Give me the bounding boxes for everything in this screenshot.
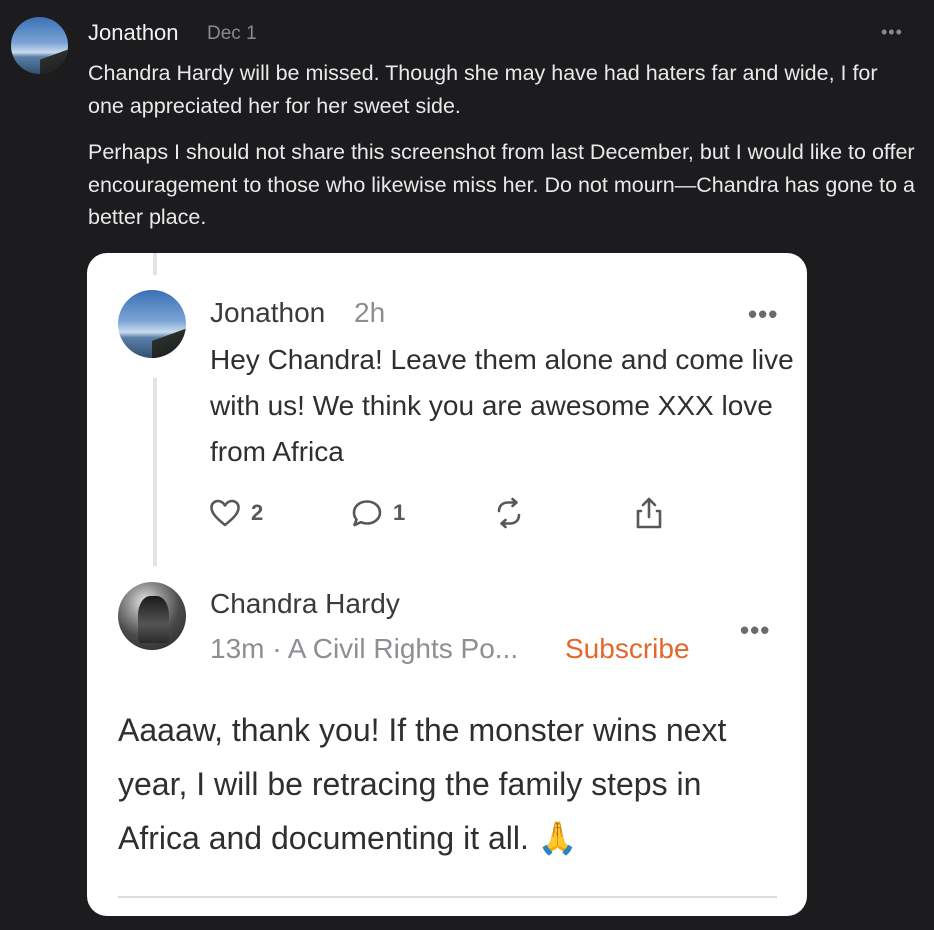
comment-bubble-icon [351, 498, 383, 528]
reply1-author-avatar[interactable] [118, 290, 186, 358]
outer-author-avatar[interactable] [11, 17, 68, 74]
restack-button[interactable] [493, 496, 525, 530]
outer-post-paragraph-1: Chandra Hardy will be missed. Though she… [88, 61, 878, 118]
share-icon [634, 496, 664, 530]
thread-line [153, 378, 157, 566]
embedded-screenshot-card: Jonathon 2h ••• Hey Chandra! Leave them … [87, 253, 807, 916]
outer-post-date: Dec 1 [207, 23, 257, 44]
thread-line [153, 253, 157, 275]
reply1-time: 2h [354, 297, 386, 328]
reply2-meta: 13m · A Civil Rights Po... [210, 633, 519, 664]
reply1-body: Hey Chandra! Leave them alone and come l… [210, 344, 794, 467]
restack-icon [493, 497, 525, 529]
comment-button[interactable]: 1 [351, 496, 405, 530]
like-count: 2 [251, 500, 264, 525]
divider [118, 896, 777, 898]
outer-post-paragraph-2: Perhaps I should not share this screensh… [88, 140, 916, 229]
reply2-more-options-button[interactable]: ••• [740, 615, 770, 646]
reply1-author-name[interactable]: Jonathon [210, 297, 325, 329]
comment-count: 1 [393, 500, 406, 525]
share-button[interactable] [634, 496, 664, 530]
outer-author-name[interactable]: Jonathon [88, 20, 179, 46]
reply2-body: Aaaaw, thank you! If the monster wins ne… [118, 712, 727, 856]
like-button[interactable]: 2 [209, 496, 263, 530]
heart-icon [209, 498, 241, 528]
subscribe-button[interactable]: Subscribe [565, 633, 690, 665]
outer-more-options-button[interactable]: ••• [881, 22, 903, 43]
reply2-author-avatar[interactable] [118, 582, 186, 650]
reply2-author-name[interactable]: Chandra Hardy [210, 588, 400, 620]
reply1-more-options-button[interactable]: ••• [748, 299, 778, 330]
